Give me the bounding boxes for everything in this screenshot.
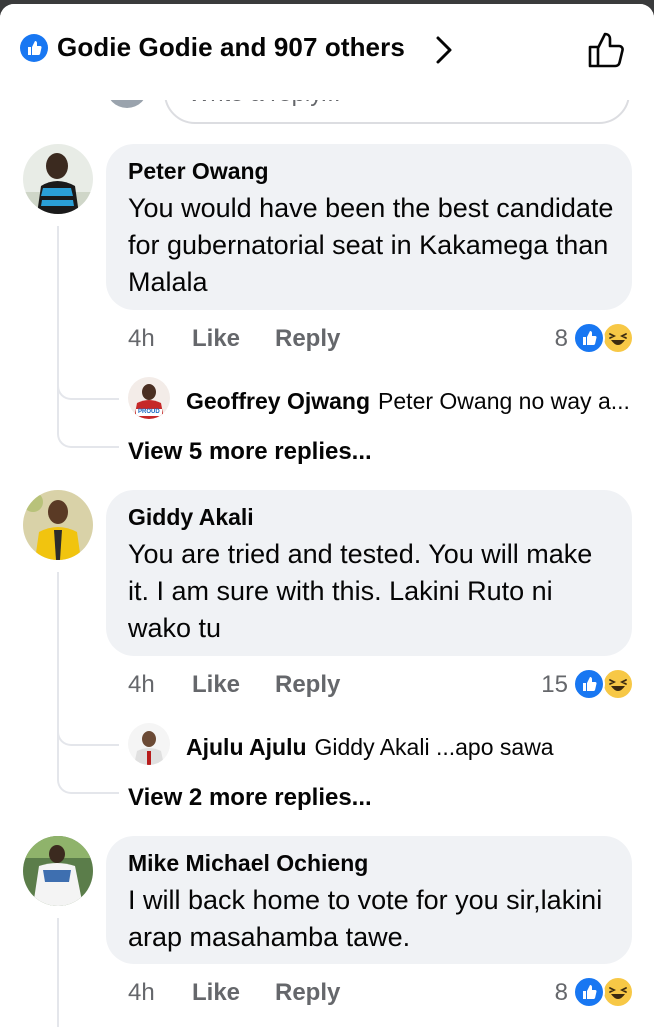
comment-text: I will back home to vote for you sir,lak… (128, 885, 603, 952)
reply-avatar[interactable] (128, 723, 170, 765)
thread-connector (57, 394, 119, 448)
comment-time: 4h (128, 979, 155, 1006)
like-reaction-icon[interactable] (573, 322, 605, 354)
reaction-count[interactable]: 15 (518, 671, 568, 699)
chevron-right-icon[interactable] (434, 35, 454, 65)
comment-text: You would have been the best candidate f… (128, 193, 614, 297)
reply-preview[interactable]: Ajulu Ajulu Giddy Akali ...apo sawa (186, 734, 554, 761)
comment-bubble[interactable]: Giddy Akali You are tried and tested. Yo… (106, 490, 632, 656)
comment-bubble[interactable]: Mike Michael Ochieng I will back home to… (106, 836, 632, 964)
reaction-count[interactable]: 8 (518, 979, 568, 1007)
haha-reaction-icon[interactable] (602, 668, 634, 700)
comment-author[interactable]: Giddy Akali (128, 504, 254, 531)
thread-connector (57, 344, 119, 400)
haha-reaction-icon[interactable] (602, 322, 634, 354)
like-button[interactable]: Like (192, 325, 240, 353)
reaction-count[interactable]: 8 (518, 325, 568, 353)
comment-author[interactable]: Mike Michael Ochieng (128, 850, 368, 877)
thread-connector (57, 690, 119, 746)
reply-text: Peter Owang no way a... (378, 388, 630, 414)
avatar[interactable] (23, 490, 93, 560)
reply-preview[interactable]: Geoffrey Ojwang Peter Owang no way a... (186, 388, 630, 415)
avatar[interactable] (23, 144, 93, 214)
reply-author[interactable]: Ajulu Ajulu (186, 734, 307, 760)
reactors-summary[interactable]: Godie Godie and 907 others (57, 32, 405, 63)
comment-author[interactable]: Peter Owang (128, 158, 269, 185)
comment-bubble[interactable]: Peter Owang You would have been the best… (106, 144, 632, 310)
like-button[interactable]: Like (192, 979, 240, 1007)
avatar-badge-text: PROUD (138, 409, 160, 415)
haha-reaction-icon[interactable] (602, 976, 634, 1008)
reply-text: Giddy Akali ...apo sawa (314, 734, 554, 760)
reply-author[interactable]: Geoffrey Ojwang (186, 388, 370, 414)
view-more-replies[interactable]: View 5 more replies... (128, 438, 372, 466)
comment-time: 4h (128, 325, 155, 352)
view-more-replies[interactable]: View 2 more replies... (128, 784, 372, 812)
reply-button[interactable]: Reply (275, 979, 340, 1007)
comments-sheet: Godie Godie and 907 others Write a reply… (0, 4, 654, 1027)
thread-line (57, 918, 119, 1027)
comment-text: You are tried and tested. You will make … (128, 539, 593, 643)
reply-avatar[interactable]: PROUD (128, 377, 170, 419)
like-badge-icon (20, 34, 48, 62)
reply-button[interactable]: Reply (275, 325, 340, 353)
reply-button[interactable]: Reply (275, 671, 340, 699)
thread-connector (57, 740, 119, 794)
reactions-header[interactable]: Godie Godie and 907 others (0, 4, 654, 100)
like-button[interactable]: Like (192, 671, 240, 699)
like-reaction-icon[interactable] (573, 976, 605, 1008)
like-reaction-icon[interactable] (573, 668, 605, 700)
thumbs-up-outline-icon[interactable] (586, 30, 626, 70)
comment-time: 4h (128, 671, 155, 698)
avatar[interactable] (23, 836, 93, 906)
